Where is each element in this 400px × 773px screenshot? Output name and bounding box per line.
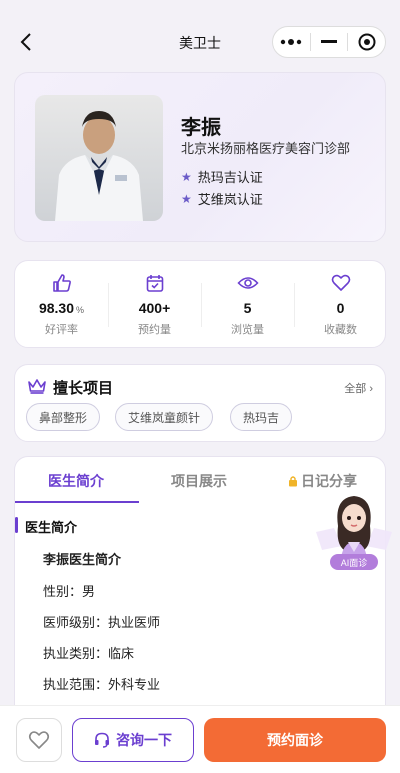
- doctor-photo: [35, 95, 163, 221]
- minus-icon: [321, 40, 337, 43]
- bottom-action-bar: 咨询一下 预约面诊: [0, 705, 400, 773]
- thumbs-up-icon: [52, 274, 71, 292]
- calendar-check-icon: [146, 275, 163, 292]
- lock-icon: [289, 476, 297, 487]
- doctor-profile-card: 李振 北京米扬丽格医疗美容门诊部 ★ 热玛吉认证 ★ 艾维岚认证: [14, 72, 386, 242]
- stat-rating: 98.30% 好评率: [15, 261, 108, 349]
- headset-icon: [95, 732, 109, 748]
- favorite-button[interactable]: [16, 718, 62, 762]
- stat-unit: %: [76, 305, 85, 315]
- cert-item: ★ 艾维岚认证: [181, 189, 263, 208]
- intro-line: 执业范围：外科专业: [43, 677, 161, 692]
- nav-bar: 美卫士: [0, 0, 400, 64]
- close-button[interactable]: [348, 27, 385, 57]
- view-all-link[interactable]: 全部 ›: [344, 380, 373, 396]
- stat-label: 浏览量: [231, 324, 264, 336]
- book-appointment-button[interactable]: 预约面诊: [204, 718, 386, 762]
- stat-label: 预约量: [138, 324, 171, 336]
- skill-tag[interactable]: 热玛吉: [230, 403, 293, 431]
- skills-card: 擅长项目 全部 › 鼻部整形 艾维岚童颜针 热玛吉: [14, 364, 386, 442]
- ai-consult-button[interactable]: AI面诊: [312, 488, 396, 578]
- stat-views: 5 浏览量: [201, 261, 294, 349]
- more-button[interactable]: [273, 27, 310, 57]
- stat-value: 5: [243, 300, 252, 316]
- stat-favorites: 0 收藏数: [294, 261, 387, 349]
- stat-bookings: 400+ 预约量: [108, 261, 201, 349]
- mini-program-capsule: [272, 26, 386, 58]
- cert-label: 热玛吉认证: [197, 170, 263, 185]
- tab-projects[interactable]: 项目展示: [171, 471, 227, 491]
- stat-value: 98.30: [38, 300, 75, 316]
- ai-badge: AI面诊: [330, 554, 378, 570]
- heart-icon: [28, 731, 50, 749]
- consult-button[interactable]: 咨询一下: [72, 718, 194, 762]
- stat-value: 0: [336, 300, 345, 316]
- skill-tag[interactable]: 艾维岚童颜针: [115, 403, 214, 431]
- intro-line: 执业类别：临床: [43, 646, 135, 661]
- skills-title: 擅长项目: [53, 380, 114, 397]
- cert-item: ★ 热玛吉认证: [181, 167, 263, 186]
- target-close-icon: [358, 33, 376, 51]
- doctor-portrait-icon: [55, 111, 143, 221]
- intro-line: 性别：男: [43, 584, 96, 599]
- section-accent-bar: [15, 517, 18, 533]
- consult-label: 咨询一下: [116, 732, 172, 748]
- section-title: 医生简介: [25, 520, 78, 535]
- minimize-button[interactable]: [311, 27, 348, 57]
- active-tab-indicator: [15, 501, 139, 503]
- doctor-name: 李振: [181, 117, 221, 139]
- crown-icon: [28, 379, 46, 394]
- heart-icon: [331, 274, 350, 291]
- stat-value: 400+: [138, 300, 171, 316]
- intro-line: 医师级别：执业医师: [43, 615, 161, 630]
- stat-label: 收藏数: [324, 324, 357, 336]
- stat-label: 好评率: [45, 324, 78, 336]
- eye-icon: [236, 277, 259, 289]
- cert-label: 艾维岚认证: [197, 192, 263, 207]
- skill-tag[interactable]: 鼻部整形: [26, 403, 101, 431]
- star-icon: ★: [181, 169, 192, 184]
- stats-card: 98.30% 好评率 400+ 预约量 5 浏览量 0 收藏数: [14, 260, 386, 348]
- star-icon: ★: [181, 191, 192, 206]
- more-dots-icon: [281, 39, 302, 45]
- tab-intro[interactable]: 医生简介: [48, 471, 104, 491]
- clinic-name: 北京米扬丽格医疗美容门诊部: [181, 141, 351, 156]
- intro-heading: 李振医生简介: [43, 552, 122, 567]
